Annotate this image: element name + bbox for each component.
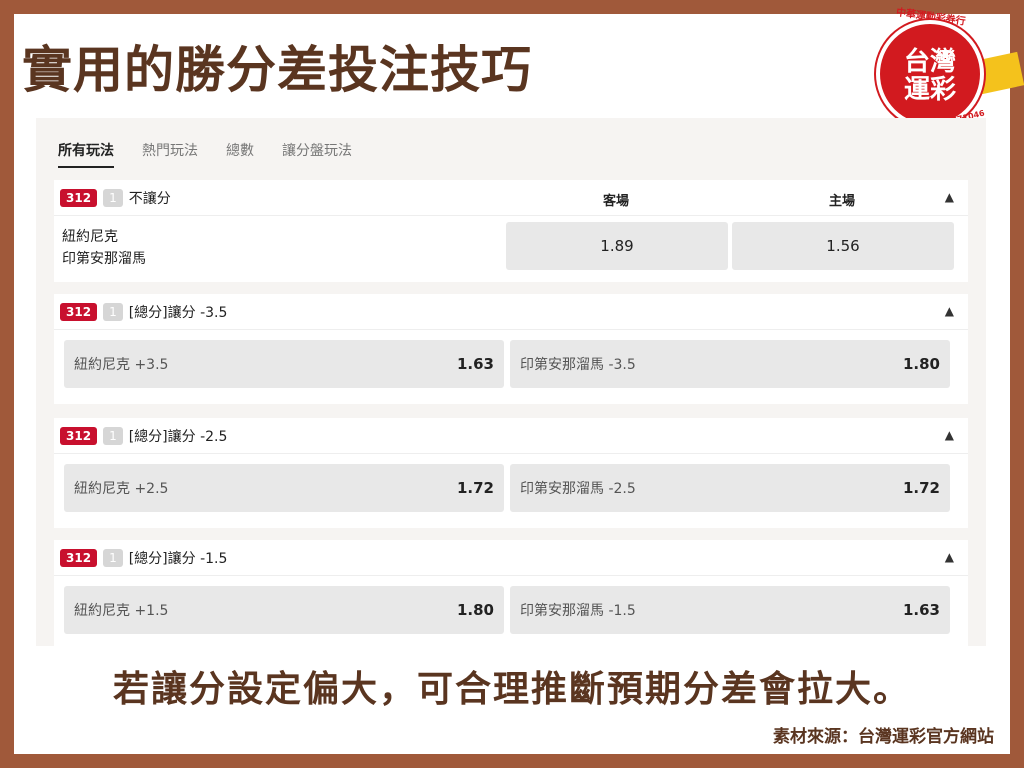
game-number-badge: 1 — [103, 302, 123, 321]
tab-popular-markets[interactable]: 熱門玩法 — [142, 140, 198, 168]
collapse-caret-icon[interactable]: ▲ — [945, 304, 954, 318]
pick-label: 印第安那溜馬 -3.5 — [520, 357, 636, 373]
pick-label: 印第安那溜馬 -1.5 — [520, 603, 636, 619]
game-number-badge: 1 — [103, 548, 123, 567]
market-moneyline: 312 1 不讓分 客場 主場 ▲ 紐約尼克 印第安那溜馬 1.89 1.56 — [54, 180, 968, 282]
tab-all-markets[interactable]: 所有玩法 — [58, 140, 114, 168]
market-header: 312 1 [總分]讓分 -3.5 ▲ — [54, 294, 968, 330]
slide-title: 實用的勝分差投注技巧 — [22, 41, 532, 99]
away-column-header: 客場 — [602, 194, 629, 209]
game-code-badge: 312 — [60, 426, 98, 445]
pick-label: 印第安那溜馬 -2.5 — [520, 481, 636, 497]
game-code-badge: 312 — [60, 548, 98, 567]
market-header: 312 1 不讓分 客場 主場 ▲ — [54, 180, 968, 216]
market-handicap-1-5: 312 1 [總分]讓分 -1.5 ▲ 紐約尼克 +1.5 1.80 印第安那溜… — [54, 540, 968, 646]
market-tabs: 所有玩法 熱門玩法 總數 讓分盤玩法 — [58, 140, 352, 168]
game-number-badge: 1 — [103, 426, 123, 445]
home-handicap-pick[interactable]: 印第安那溜馬 -3.5 1.80 — [510, 340, 950, 388]
away-odds-button[interactable]: 1.89 — [506, 222, 728, 270]
market-label: [總分]讓分 -1.5 — [128, 550, 228, 567]
logo-line2: 運彩 — [903, 75, 956, 105]
pick-label: 紐約尼克 +2.5 — [74, 481, 169, 497]
pick-label: 紐約尼克 +1.5 — [74, 603, 169, 619]
home-handicap-pick[interactable]: 印第安那溜馬 -1.5 1.63 — [510, 586, 950, 634]
market-label: [總分]讓分 -2.5 — [128, 428, 228, 445]
collapse-caret-icon[interactable]: ▲ — [945, 190, 954, 204]
team-names: 紐約尼克 印第安那溜馬 — [62, 226, 146, 270]
market-label: 不讓分 — [128, 190, 171, 207]
game-code-badge: 312 — [60, 188, 98, 207]
pick-odds: 1.63 — [902, 601, 940, 619]
home-column-header: 主場 — [828, 194, 855, 209]
home-handicap-pick[interactable]: 印第安那溜馬 -2.5 1.72 — [510, 464, 950, 512]
pick-odds: 1.80 — [456, 601, 494, 619]
pick-odds: 1.72 — [456, 479, 494, 497]
game-number-badge: 1 — [103, 188, 123, 207]
tab-handicap[interactable]: 讓分盤玩法 — [282, 140, 352, 168]
slide-caption: 若讓分設定偏大，可合理推斷預期分差會拉大。 — [112, 669, 911, 710]
pick-odds: 1.72 — [902, 479, 940, 497]
logo-line1: 台灣 — [903, 47, 956, 77]
betting-panel: 所有玩法 熱門玩法 總數 讓分盤玩法 312 1 不讓分 客場 主場 ▲ 紐約尼… — [36, 118, 986, 646]
tab-totals[interactable]: 總數 — [226, 140, 254, 168]
pick-odds: 1.80 — [902, 355, 940, 373]
collapse-caret-icon[interactable]: ▲ — [945, 428, 954, 442]
market-header: 312 1 [總分]讓分 -1.5 ▲ — [54, 540, 968, 576]
source-credit: 素材來源：台灣運彩官方網站 — [773, 727, 994, 747]
pick-odds: 1.63 — [456, 355, 494, 373]
game-code-badge: 312 — [60, 302, 98, 321]
market-handicap-2-5: 312 1 [總分]讓分 -2.5 ▲ 紐約尼克 +2.5 1.72 印第安那溜… — [54, 418, 968, 528]
away-handicap-pick[interactable]: 紐約尼克 +2.5 1.72 — [64, 464, 504, 512]
home-team-name: 印第安那溜馬 — [62, 251, 146, 267]
market-label: [總分]讓分 -3.5 — [128, 304, 228, 321]
home-odds-button[interactable]: 1.56 — [732, 222, 954, 270]
away-handicap-pick[interactable]: 紐約尼克 +1.5 1.80 — [64, 586, 504, 634]
away-handicap-pick[interactable]: 紐約尼克 +3.5 1.63 — [64, 340, 504, 388]
market-handicap-3-5: 312 1 [總分]讓分 -3.5 ▲ 紐約尼克 +3.5 1.63 印第安那溜… — [54, 294, 968, 404]
collapse-caret-icon[interactable]: ▲ — [945, 550, 954, 564]
away-team-name: 紐約尼克 — [62, 229, 118, 245]
pick-label: 紐約尼克 +3.5 — [74, 357, 169, 373]
market-header: 312 1 [總分]讓分 -2.5 ▲ — [54, 418, 968, 454]
